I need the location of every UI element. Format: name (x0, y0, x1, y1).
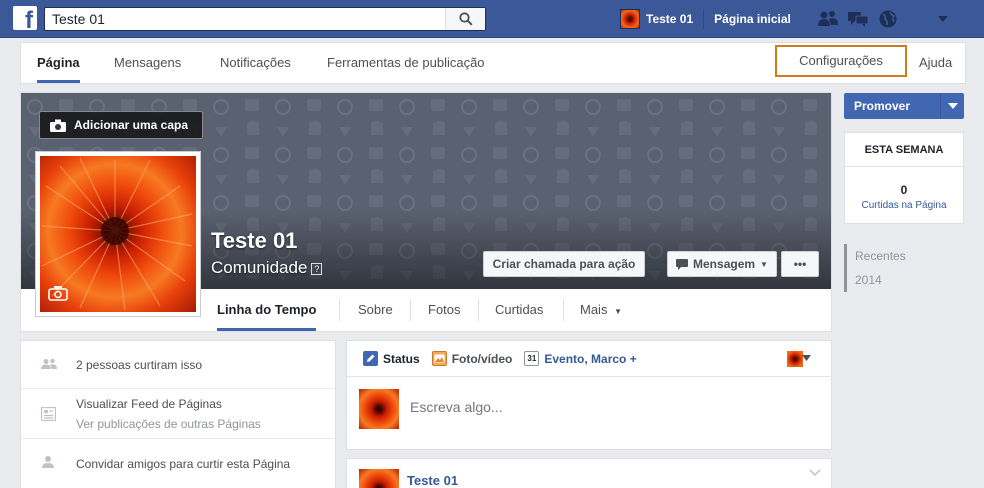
post-composer: Status Foto/vídeo 31 Evento, Marco + (346, 340, 832, 450)
page-title[interactable]: Teste 01 (211, 228, 297, 254)
tab-pagina[interactable]: Página (37, 43, 80, 83)
page-category: Comunidade? (211, 258, 323, 278)
this-week-title: ESTA SEMANA (845, 133, 963, 167)
tab-linha-do-tempo[interactable]: Linha do Tempo (217, 289, 317, 331)
tab-sobre[interactable]: Sobre (358, 289, 393, 331)
feed-subtitle: Ver publicações de outras Páginas (76, 417, 261, 431)
year-2014[interactable]: 2014 (847, 268, 964, 292)
category-label[interactable]: Comunidade (211, 258, 307, 277)
feed-icon (41, 407, 56, 421)
page-info-card: 2 pessoas curtiram isso Visualizar Feed … (20, 340, 336, 488)
search-button[interactable] (445, 8, 485, 30)
divider (703, 9, 705, 29)
friends-icon[interactable] (817, 8, 839, 30)
caret-down-icon: ▼ (760, 259, 768, 269)
category-help-icon[interactable]: ? (311, 262, 323, 275)
tab-mais[interactable]: Mais ▼ (580, 289, 622, 331)
photo-icon (431, 351, 447, 366)
invite-row[interactable]: Convidar amigos para curtir esta Página (21, 439, 335, 487)
search-input[interactable] (45, 8, 445, 30)
profile-link[interactable]: Teste 01 (646, 12, 693, 26)
composer-tabs: Status Foto/vídeo 31 Evento, Marco + (347, 341, 831, 377)
facebook-logo-icon[interactable]: f (13, 6, 37, 30)
globe-icon[interactable] (877, 8, 899, 30)
caret-down-icon[interactable] (802, 355, 811, 361)
composer-tab-label: Status (383, 351, 420, 366)
tab-ferramentas[interactable]: Ferramentas de publicação (327, 43, 485, 83)
divider (563, 299, 564, 321)
top-bar: f Teste 01 Página inicial (0, 0, 984, 38)
caret-down-icon[interactable] (934, 10, 952, 28)
avatar[interactable] (620, 9, 640, 29)
page-likes-count: 0 (900, 183, 908, 197)
post-author[interactable]: Teste 01 (407, 473, 458, 488)
add-cover-label: Adicionar uma capa (74, 118, 189, 132)
page-likes-link[interactable]: Curtidas na Página (845, 200, 963, 211)
likes-text[interactable]: 2 pessoas curtiram isso (76, 358, 202, 372)
this-week-box: ESTA SEMANA 0 Curtidas na Página (844, 132, 964, 224)
tab-mais-label: Mais (580, 302, 608, 317)
invite-icon (42, 456, 54, 468)
feed-title[interactable]: Visualizar Feed de Páginas (76, 397, 222, 411)
likes-row[interactable]: 2 pessoas curtiram isso (21, 341, 335, 389)
tab-curtidas[interactable]: Curtidas (495, 289, 543, 331)
timeline-years: Recentes 2014 (844, 244, 964, 292)
divider (478, 299, 479, 321)
message-button[interactable]: Mensagem ▼ (667, 251, 777, 277)
message-icon (676, 258, 689, 270)
caret-down-icon[interactable] (940, 93, 964, 119)
add-cover-button[interactable]: Adicionar uma capa (39, 111, 203, 139)
promote-button[interactable]: Promover (844, 93, 964, 119)
divider (410, 299, 411, 321)
tab-notificacoes[interactable]: Notificações (220, 43, 291, 83)
timeline-post: Teste 01 (346, 458, 832, 488)
avatar[interactable] (359, 469, 399, 488)
help-menu[interactable]: Ajuda ▼ (919, 43, 965, 109)
tab-mensagens[interactable]: Mensagens (114, 43, 181, 83)
home-link[interactable]: Página inicial (714, 12, 791, 26)
composer-input[interactable] (410, 399, 790, 415)
people-icon (41, 358, 57, 369)
caret-down-icon: ▼ (614, 307, 622, 316)
chevron-down-icon[interactable] (809, 469, 821, 477)
page-nav-bar: Página Mensagens Notificações Ferramenta… (20, 42, 966, 109)
settings-button[interactable]: Configurações (775, 45, 907, 77)
composer-tab-label: Foto/vídeo (451, 351, 513, 366)
help-label: Ajuda (919, 55, 953, 70)
calendar-icon: 31 (524, 351, 540, 366)
top-right-links: Teste 01 Página inicial (620, 0, 791, 38)
tab-fotos[interactable]: Fotos (428, 289, 461, 331)
composer-body (347, 377, 831, 449)
timeline-tabs: Linha do Tempo Sobre Fotos Curtidas Mais… (21, 289, 831, 331)
composer-tab-event[interactable]: 31 Evento, Marco + (524, 351, 637, 366)
camera-icon (50, 119, 66, 132)
composer-tab-status[interactable]: Status (363, 351, 420, 366)
cover-card: Adicionar uma capa Teste 01 Comunidade? … (20, 92, 832, 332)
pencil-icon (363, 351, 378, 366)
search-box (44, 7, 486, 31)
cta-button[interactable]: Criar chamada para ação (483, 251, 645, 277)
avatar[interactable] (787, 351, 803, 367)
composer-tab-photo[interactable]: Foto/vídeo (431, 351, 513, 366)
search-icon (458, 12, 473, 26)
year-recentes[interactable]: Recentes (847, 244, 964, 268)
top-notification-icons (817, 8, 899, 30)
composer-tab-label: Evento, Marco + (544, 351, 637, 366)
divider (339, 299, 340, 321)
promote-label: Promover (854, 99, 911, 113)
message-label: Mensagem (693, 257, 756, 271)
feed-row[interactable]: Visualizar Feed de Páginas Ver publicaçõ… (21, 389, 335, 439)
messages-icon[interactable] (847, 8, 869, 30)
invite-text[interactable]: Convidar amigos para curtir esta Página (76, 457, 290, 471)
avatar (359, 389, 399, 429)
more-options-button[interactable]: ••• (781, 251, 819, 277)
